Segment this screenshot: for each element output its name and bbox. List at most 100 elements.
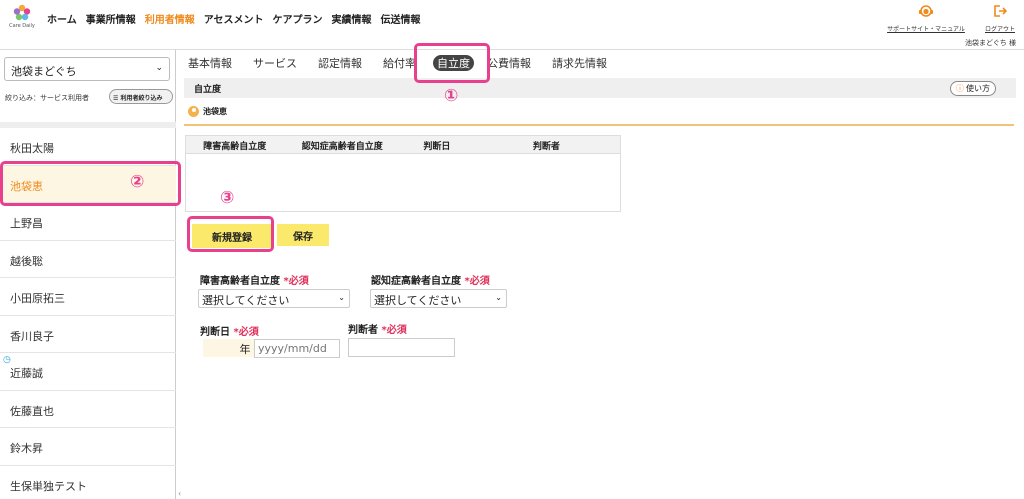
- user-filter-button[interactable]: ☰ 利用者絞り込み: [109, 89, 173, 104]
- user-bar: 池袋まどぐち 様: [0, 36, 1024, 50]
- chevron-down-icon: ⌄: [495, 293, 502, 302]
- patient-name: 越後聡: [10, 254, 43, 268]
- filter-lines-icon: ☰: [113, 95, 119, 102]
- judge-text: 判断者: [348, 325, 378, 336]
- section-divider: [184, 124, 1014, 126]
- nav-home[interactable]: ホーム: [47, 11, 77, 26]
- logged-in-user: 池袋まどぐち 様: [964, 39, 1016, 47]
- patient-name: 近藤誠: [10, 367, 43, 380]
- patient-item[interactable]: 生保単独テスト: [0, 466, 176, 499]
- required-marker: *必須: [283, 276, 309, 287]
- nav-results[interactable]: 実績情報: [332, 11, 372, 26]
- judgement-date-label: 判断日 *必須: [200, 323, 259, 338]
- tab-billing[interactable]: 請求先情報: [552, 55, 607, 71]
- required-marker: *必須: [381, 325, 407, 336]
- patient-name: 秋田太陽: [10, 142, 54, 155]
- disability-level-select[interactable]: 選択してください ⌄: [198, 289, 350, 308]
- tab-service[interactable]: サービス: [253, 55, 297, 71]
- patient-item[interactable]: 佐藤直也: [0, 391, 176, 428]
- logout-label: ログアウト: [984, 26, 1015, 33]
- dementia-level-select[interactable]: 選択してください ⌄: [370, 289, 507, 308]
- office-select[interactable]: 池袋まどぐち ⌄: [4, 57, 170, 81]
- nav-care-plan[interactable]: ケアプラン: [273, 11, 323, 26]
- howto-label: 使い方: [966, 84, 990, 93]
- patient-name: 小田原拓三: [10, 292, 65, 305]
- chevron-down-icon: ⌄: [338, 293, 345, 302]
- care-daily-logo[interactable]: Care Daily: [8, 3, 36, 33]
- clock-icon: ◷: [3, 355, 11, 365]
- support-site-link[interactable]: サポートサイト・マニュアル: [880, 4, 972, 33]
- patient-item[interactable]: 香川良子: [0, 316, 176, 353]
- tab-public-expense[interactable]: 公費情報: [487, 55, 531, 71]
- top-navigation-bar: Care Daily ホーム 事業所情報 利用者情報 アセスメント ケアプラン …: [0, 0, 1024, 36]
- nav-transmission[interactable]: 伝送情報: [381, 11, 421, 26]
- patient-item[interactable]: 小田原拓三: [0, 278, 176, 316]
- nav-office-info[interactable]: 事業所情報: [86, 11, 136, 26]
- patient-name: 佐藤直也: [10, 404, 54, 418]
- section-header: 自立度 ⓘ 使い方: [184, 78, 1016, 98]
- required-marker: *必須: [464, 276, 490, 287]
- howto-button[interactable]: ⓘ 使い方: [950, 81, 996, 96]
- scroll-left-icon: ‹: [178, 489, 182, 498]
- logout-link[interactable]: ログアウト: [980, 4, 1020, 33]
- annotation-number-2: ②: [130, 172, 145, 192]
- disability-level-value: 選択してください: [202, 294, 290, 307]
- user-filter-label: 利用者絞り込み: [120, 95, 163, 102]
- patient-name: 香川良子: [10, 329, 54, 343]
- section-title: 自立度: [194, 85, 222, 95]
- patient-item[interactable]: 秋田太陽: [0, 128, 176, 166]
- person-name: 池袋恵: [203, 107, 227, 116]
- logout-icon: [994, 5, 1008, 17]
- table-header: 障害高齢自立度 認知症高齢者自立度 判断日 判断者: [186, 136, 620, 154]
- patient-item[interactable]: 越後聡: [0, 241, 176, 278]
- required-marker: *必須: [233, 327, 259, 338]
- annotation-number-1: ①: [444, 86, 459, 106]
- main-content: 基本情報 サービス 認定情報 給付率 自立度 公費情報 請求先情報 自立度 ⓘ 使…: [184, 50, 1024, 499]
- tab-certification[interactable]: 認定情報: [318, 55, 362, 71]
- user-info-tabs: 基本情報 サービス 認定情報 給付率 自立度 公費情報 請求先情報: [188, 55, 628, 71]
- column-header: 認知症高齢者自立度: [301, 142, 383, 152]
- nav-assessment[interactable]: アセスメント: [204, 11, 264, 26]
- person-icon: [188, 106, 199, 117]
- patient-name: 生保単独テスト: [10, 479, 87, 493]
- question-icon: ⓘ: [956, 84, 964, 93]
- dementia-level-value: 選択してください: [374, 294, 462, 307]
- year-label: 年: [239, 343, 251, 356]
- column-header: 障害高齢自立度: [203, 142, 267, 152]
- era-year-field[interactable]: 年: [203, 339, 254, 357]
- filter-label: 絞り込み：サービス利用者: [5, 94, 89, 102]
- dementia-level-label: 認知症高齢者自立度 *必須: [371, 272, 490, 287]
- chevron-down-icon: ⌄: [155, 63, 163, 73]
- patient-item[interactable]: 鈴木昇: [0, 428, 176, 466]
- save-button[interactable]: 保存: [277, 224, 329, 246]
- independence-table: 障害高齢自立度 認知症高齢者自立度 判断日 判断者: [185, 135, 621, 212]
- patient-item[interactable]: ◷ 近藤誠: [0, 353, 176, 391]
- selected-person: 池袋恵: [188, 106, 227, 117]
- tab-benefit-rate[interactable]: 給付率: [383, 55, 416, 71]
- highlight-box-selected-patient: [0, 161, 181, 206]
- judge-label: 判断者 *必須: [348, 321, 407, 336]
- logo-flower-icon: [13, 4, 31, 21]
- patient-item[interactable]: 上野昌: [0, 203, 176, 241]
- column-header: 判断者: [532, 142, 560, 152]
- horizontal-scrollbar[interactable]: ‹: [176, 489, 1024, 499]
- patient-name: 上野昌: [10, 217, 43, 230]
- disability-level-text: 障害高齢者自立度: [200, 276, 280, 287]
- dementia-level-text: 認知症高齢者自立度: [371, 276, 461, 287]
- judge-input[interactable]: [348, 338, 455, 357]
- support-label: サポートサイト・マニュアル: [887, 26, 965, 33]
- judgement-date-input[interactable]: [254, 339, 340, 358]
- patient-name: 鈴木昇: [10, 442, 43, 455]
- disability-level-label: 障害高齢者自立度 *必須: [200, 272, 309, 287]
- tab-basic-info[interactable]: 基本情報: [188, 55, 232, 71]
- highlight-box-new-button: [187, 216, 274, 252]
- annotation-number-3: ③: [220, 188, 235, 208]
- nav-user-info[interactable]: 利用者情報: [145, 11, 195, 26]
- main-menu: ホーム 事業所情報 利用者情報 アセスメント ケアプラン 実績情報 伝送情報: [47, 11, 430, 26]
- highlight-box-independence-tab: [414, 43, 490, 83]
- judgement-date-text: 判断日: [200, 327, 230, 338]
- patient-sidebar: 池袋まどぐち ⌄ 絞り込み：サービス利用者 ☰ 利用者絞り込み 秋田太陽 池袋恵…: [0, 50, 176, 499]
- logo-text: Care Daily: [9, 23, 35, 29]
- column-header: 判断日: [423, 142, 451, 152]
- support-operator-icon: [919, 5, 933, 17]
